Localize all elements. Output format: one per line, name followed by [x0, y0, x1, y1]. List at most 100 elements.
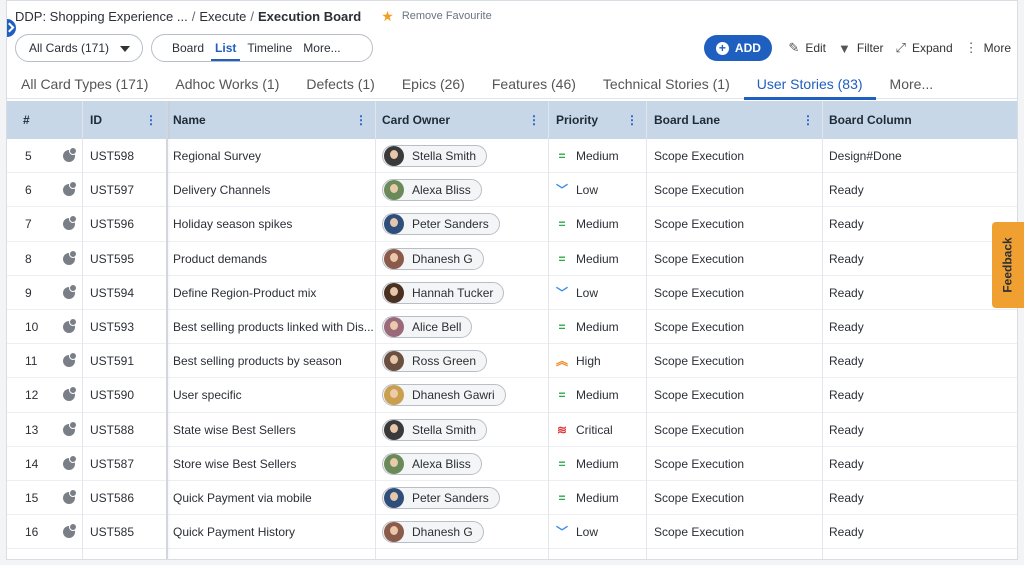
- table-row[interactable]: 9 UST594 Define Region-Product mix Hannah T…: [7, 276, 1017, 310]
- view-more-button[interactable]: More...: [303, 41, 340, 55]
- owner-chip[interactable]: Alexa Bliss: [382, 179, 482, 202]
- table-row[interactable]: 12 UST590 User specific Dhanesh Gawri = Mediu…: [7, 378, 1017, 413]
- tab-features[interactable]: Features (46): [492, 71, 576, 99]
- card-name[interactable]: Store wise Best Sellers: [173, 447, 296, 481]
- card-name[interactable]: Best selling products linked with Dis...: [173, 310, 374, 344]
- view-list-button[interactable]: List: [210, 41, 241, 61]
- owner-chip[interactable]: Ross Green: [382, 350, 488, 373]
- card-id[interactable]: UST590: [90, 378, 134, 412]
- card-id[interactable]: UST594: [90, 276, 134, 310]
- table-row[interactable]: 6 UST597 Delivery Channels Alexa Bliss ﹀ Low S…: [7, 173, 1017, 208]
- card-owner[interactable]: Hannah Tucker: [382, 276, 505, 310]
- card-name[interactable]: Regional Survey: [173, 139, 261, 173]
- breadcrumb-project[interactable]: DDP: Shopping Experience ...: [15, 9, 188, 24]
- card-owner[interactable]: Dhanesh G: [382, 515, 484, 549]
- priority[interactable]: ﹀ Low: [556, 515, 598, 549]
- card-owner[interactable]: Stella Smith: [382, 413, 488, 447]
- priority[interactable]: ︽ High: [556, 344, 601, 378]
- card-id[interactable]: UST586: [90, 481, 134, 515]
- card-id[interactable]: UST597: [90, 173, 134, 207]
- table-row[interactable]: 11 UST591 Best selling products by season R…: [7, 344, 1017, 379]
- owner-chip[interactable]: Hannah Tucker: [382, 281, 505, 304]
- feedback-button[interactable]: Feedback: [992, 222, 1024, 308]
- card-name[interactable]: Quick Payment History: [173, 515, 295, 549]
- priority[interactable]: = Medium: [556, 378, 618, 412]
- owner-chip[interactable]: Peter Sanders: [382, 213, 500, 236]
- priority[interactable]: = Medium: [556, 207, 618, 241]
- table-row[interactable]: 7 UST596 Holiday season spikes Peter Sander…: [7, 207, 1017, 242]
- table-row[interactable]: 13 UST588 State wise Best Sellers Stella Sm…: [7, 413, 1017, 447]
- view-timeline-button[interactable]: Timeline: [247, 41, 292, 55]
- column-header-board-lane[interactable]: Board Lane ⋮: [654, 101, 822, 139]
- card-id[interactable]: UST585: [90, 515, 134, 549]
- column-menu-icon[interactable]: ⋮: [145, 101, 157, 139]
- table-row[interactable]: 5 UST598 Regional Survey Stella Smith = Mediu…: [7, 139, 1017, 174]
- owner-chip[interactable]: Peter Sanders: [382, 486, 500, 509]
- column-menu-icon[interactable]: ⋮: [355, 101, 367, 139]
- card-id[interactable]: UST598: [90, 139, 134, 173]
- more-button[interactable]: ⋮ More: [965, 40, 1011, 56]
- table-row[interactable]: 14 UST587 Store wise Best Sellers Alexa Bli…: [7, 447, 1017, 481]
- tab-epics[interactable]: Epics (26): [402, 71, 465, 99]
- frozen-column-divider[interactable]: [166, 101, 168, 559]
- add-button[interactable]: + ADD: [704, 35, 773, 61]
- card-name[interactable]: Holiday season spikes: [173, 207, 292, 241]
- breadcrumb-section[interactable]: Execute: [199, 9, 246, 24]
- table-row[interactable]: 15 UST586 Quick Payment via mobile Peter Sa…: [7, 481, 1017, 516]
- owner-chip[interactable]: Stella Smith: [382, 418, 488, 441]
- card-name[interactable]: State wise Best Sellers: [173, 413, 296, 447]
- card-id[interactable]: UST596: [90, 207, 134, 241]
- column-menu-icon[interactable]: ⋮: [626, 101, 638, 139]
- table-row[interactable]: 16 UST585 Quick Payment History Dhanesh G ﹀ L…: [7, 515, 1017, 550]
- priority[interactable]: = Medium: [556, 481, 618, 515]
- owner-chip[interactable]: Dhanesh G: [382, 521, 484, 544]
- card-name[interactable]: Quick Payment via mobile: [173, 481, 312, 515]
- priority[interactable]: = Medium: [556, 242, 618, 276]
- card-id[interactable]: UST595: [90, 242, 134, 276]
- column-header-id[interactable]: ID ⋮: [90, 101, 165, 139]
- card-name[interactable]: Product demands: [173, 242, 267, 276]
- column-header-name[interactable]: Name ⋮: [173, 101, 375, 139]
- tab-adhoc-works[interactable]: Adhoc Works (1): [175, 71, 279, 99]
- column-header-number[interactable]: #: [23, 101, 83, 139]
- remove-favourite-button[interactable]: ★ Remove Favourite: [381, 8, 491, 25]
- card-owner[interactable]: Alice Bell: [382, 310, 473, 344]
- expand-button[interactable]: ⤢ Expand: [896, 40, 953, 56]
- tab-user-stories[interactable]: User Stories (83): [743, 71, 876, 100]
- card-id[interactable]: UST588: [90, 413, 134, 447]
- card-owner[interactable]: Peter Sanders: [382, 481, 500, 515]
- card-owner[interactable]: Alexa Bliss: [382, 447, 482, 481]
- column-header-board-column[interactable]: Board Column: [829, 101, 1009, 139]
- card-id[interactable]: UST591: [90, 344, 134, 378]
- card-name[interactable]: User specific: [173, 378, 242, 412]
- card-id[interactable]: UST587: [90, 447, 134, 481]
- priority[interactable]: ﹀ Low: [556, 173, 598, 207]
- card-id[interactable]: UST593: [90, 310, 134, 344]
- priority[interactable]: = Medium: [556, 447, 618, 481]
- owner-chip[interactable]: Dhanesh G: [382, 247, 484, 270]
- card-name[interactable]: Define Region-Product mix: [173, 276, 316, 310]
- priority[interactable]: = Medium: [556, 139, 618, 173]
- owner-chip[interactable]: Alice Bell: [382, 315, 473, 338]
- card-name[interactable]: Best selling products by season: [173, 344, 342, 378]
- owner-chip[interactable]: Dhanesh Gawri: [382, 384, 506, 407]
- column-menu-icon[interactable]: ⋮: [528, 101, 540, 139]
- priority[interactable]: ﹀ Low: [556, 276, 598, 310]
- owner-chip[interactable]: Alexa Bliss: [382, 452, 482, 475]
- card-owner[interactable]: Stella Smith: [382, 139, 488, 173]
- table-row[interactable]: 8 UST595 Product demands Dhanesh G = Medium Sc…: [7, 242, 1017, 276]
- tab-defects[interactable]: Defects (1): [306, 71, 374, 99]
- cards-filter-select[interactable]: All Cards (171): [15, 34, 143, 62]
- card-owner[interactable]: Dhanesh G: [382, 242, 484, 276]
- column-header-owner[interactable]: Card Owner ⋮: [382, 101, 548, 139]
- card-owner[interactable]: Dhanesh Gawri: [382, 378, 506, 412]
- priority[interactable]: = Medium: [556, 310, 618, 344]
- view-board-button[interactable]: Board: [172, 41, 204, 55]
- owner-chip[interactable]: Stella Smith: [382, 145, 488, 167]
- tab-more[interactable]: More...: [890, 71, 934, 99]
- column-menu-icon[interactable]: ⋮: [802, 101, 814, 139]
- filter-button[interactable]: ▼ Filter: [838, 41, 884, 56]
- card-name[interactable]: Delivery Channels: [173, 173, 270, 207]
- priority[interactable]: ≋ Critical: [556, 413, 613, 447]
- edit-button[interactable]: ✎ Edit: [788, 40, 826, 56]
